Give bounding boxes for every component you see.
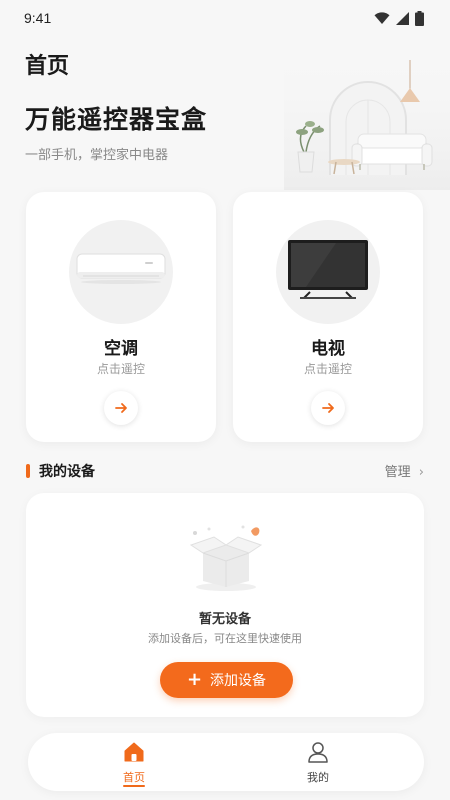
device-name: 空调 — [104, 339, 138, 359]
arrow-right-button[interactable] — [104, 391, 138, 425]
empty-box-icon — [189, 525, 263, 591]
section-accent-bar — [26, 464, 30, 478]
add-device-label: 添加设备 — [210, 673, 267, 689]
nav-label: 我的 — [307, 771, 329, 784]
chevron-right-icon: › — [418, 465, 424, 480]
plus-icon: + — [186, 669, 203, 690]
signal-icon — [396, 11, 409, 25]
device-hint: 点击遥控 — [303, 362, 352, 376]
empty-description: 添加设备后，可在这里快速使用 — [148, 632, 302, 645]
user-icon — [308, 742, 328, 763]
arrow-right-button[interactable] — [311, 391, 345, 425]
my-devices-panel: 暂无设备 添加设备后，可在这里快速使用 + 添加设备 — [26, 493, 424, 717]
home-icon — [124, 742, 144, 762]
wifi-icon — [374, 11, 390, 24]
my-devices-header: 我的设备 管理 › — [26, 460, 424, 482]
arrow-right-icon — [115, 403, 127, 413]
add-device-button[interactable]: + 添加设备 — [160, 662, 293, 698]
section-title: 我的设备 — [39, 464, 95, 480]
nav-label: 首页 — [123, 771, 145, 784]
television-image — [276, 220, 380, 324]
air-conditioner-icon — [76, 253, 166, 284]
hero-subtitle: 一部手机，掌控家中电器 — [25, 148, 169, 163]
status-time: 9:41 — [24, 10, 52, 26]
battery-icon — [415, 10, 424, 26]
nav-item-mine[interactable]: 我的 — [278, 739, 358, 787]
hero-title: 万能遥控器宝盒 — [25, 105, 208, 134]
living-room-illustration — [284, 60, 450, 190]
manage-link[interactable]: 管理 › — [385, 461, 424, 480]
device-hint: 点击遥控 — [96, 362, 145, 376]
air-conditioner-image — [69, 220, 173, 324]
status-bar: 9:41 — [0, 0, 450, 36]
bottom-nav: 首页 我的 — [28, 733, 424, 791]
page-title: 首页 — [25, 54, 70, 79]
empty-title: 暂无设备 — [198, 612, 251, 627]
manage-label: 管理 — [384, 465, 411, 480]
status-icons — [374, 10, 424, 26]
television-card[interactable]: 电视 点击遥控 — [233, 192, 423, 442]
nav-item-home[interactable]: 首页 — [94, 739, 174, 787]
device-name: 电视 — [311, 339, 345, 359]
arrow-right-icon — [322, 403, 334, 413]
active-indicator — [123, 785, 145, 787]
air-conditioner-card[interactable]: 空调 点击遥控 — [26, 192, 216, 442]
television-icon — [288, 240, 368, 299]
